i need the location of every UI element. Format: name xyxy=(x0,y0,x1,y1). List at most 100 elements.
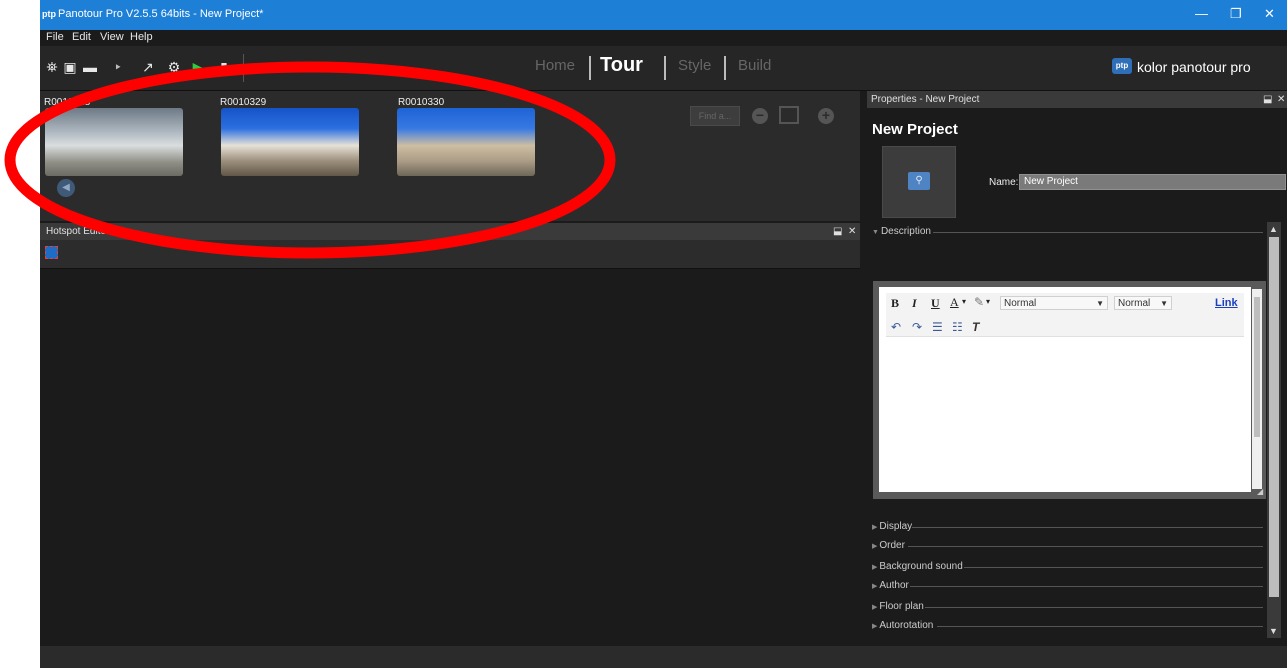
properties-panel: Properties - New Project ⬓ ✕ New Project… xyxy=(867,91,1287,646)
properties-header: Properties - New Project ⬓ ✕ xyxy=(867,91,1287,108)
nav-style[interactable]: Style xyxy=(678,57,711,74)
menu-view[interactable]: View xyxy=(100,31,124,43)
editor-body[interactable]: B I U A ▾ ✎ ▾ Normal ▼ Normal ▼ Link ↶ ↷… xyxy=(879,287,1251,492)
italic-button[interactable]: I xyxy=(912,296,917,311)
bold-button[interactable]: B xyxy=(891,296,899,311)
section-author[interactable]: ▶ Author xyxy=(872,580,909,591)
divider xyxy=(912,527,1263,528)
section-order[interactable]: ▶ Order xyxy=(872,540,905,551)
underline-button[interactable]: U xyxy=(931,296,940,311)
brand-name: kolor panotour pro xyxy=(1137,59,1251,75)
chevron-down-icon: ▼ xyxy=(1160,299,1168,308)
divider xyxy=(937,626,1263,627)
add-images-icon[interactable]: ⛯ xyxy=(44,59,60,75)
font-size-select[interactable]: Normal ▼ xyxy=(1114,296,1172,310)
minimize-button[interactable]: — xyxy=(1195,6,1208,21)
nav-build[interactable]: Build xyxy=(738,57,771,74)
link-icon[interactable]: ‣ xyxy=(110,59,126,75)
divider xyxy=(908,546,1263,547)
nav-separator xyxy=(664,56,666,80)
folder-icon[interactable]: ▬ xyxy=(82,59,98,75)
properties-scrollbar[interactable]: ▲ ▼ xyxy=(1267,222,1281,638)
numbered-list-icon[interactable]: ☷ xyxy=(952,320,963,334)
section-label: Description xyxy=(880,226,931,237)
folder-icon: ⚲ xyxy=(908,172,930,190)
menu-help[interactable]: Help xyxy=(130,31,153,43)
zoom-out-icon[interactable]: − xyxy=(752,108,768,124)
clear-format-icon[interactable]: T xyxy=(972,320,979,334)
divider xyxy=(964,567,1263,568)
book-icon[interactable]: ▮ xyxy=(216,59,232,75)
panorama-thumbnail[interactable] xyxy=(221,108,359,176)
highlight-icon[interactable]: ✎ xyxy=(974,295,984,310)
find-input[interactable]: Find a... xyxy=(690,106,740,126)
section-label: Floor plan xyxy=(879,601,924,612)
close-icon[interactable]: ✕ xyxy=(1277,94,1285,105)
scroll-down-icon[interactable]: ▼ xyxy=(1269,626,1278,636)
chevron-down-icon[interactable]: ▾ xyxy=(986,297,990,306)
zoom-in-icon[interactable]: + xyxy=(818,108,834,124)
bulleted-list-icon[interactable]: ☰ xyxy=(932,320,943,334)
rich-text-toolbar: B I U A ▾ ✎ ▾ Normal ▼ Normal ▼ Link ↶ ↷… xyxy=(886,293,1244,337)
select-value: Normal xyxy=(1118,298,1151,309)
hotspot-editor-title: Hotspot Editor xyxy=(46,226,110,237)
menu-bar: File Edit View Help xyxy=(40,30,1287,46)
panorama-label: R0010330 xyxy=(398,97,445,108)
main-toolbar: ⛯ ▣ ▬ ‣ ↗ ⚙ ▶ ▮ Home Tour Style Build pt… xyxy=(40,46,1287,91)
pin-icon[interactable]: ⬓ xyxy=(1263,94,1272,105)
section-label: Autorotation xyxy=(879,620,934,631)
panorama-label: R0010328 xyxy=(44,97,91,108)
undo-icon[interactable]: ↶ xyxy=(891,320,901,334)
divider xyxy=(925,607,1263,608)
description-editor: B I U A ▾ ✎ ▾ Normal ▼ Normal ▼ Link ↶ ↷… xyxy=(873,281,1266,499)
select-hotspot-icon[interactable] xyxy=(45,246,58,259)
section-display[interactable]: ▶ Display xyxy=(872,521,912,532)
select-value: Normal xyxy=(1004,298,1037,309)
scroll-thumb[interactable] xyxy=(1269,237,1279,597)
name-label: Name: xyxy=(989,177,1019,188)
section-label: Display xyxy=(879,521,913,532)
zoom-fit-icon[interactable] xyxy=(779,106,799,124)
maximize-button[interactable]: ❐ xyxy=(1230,6,1242,22)
font-style-select[interactable]: Normal ▼ xyxy=(1000,296,1108,310)
panorama-thumbnail[interactable] xyxy=(45,108,183,176)
play-icon[interactable]: ▶ xyxy=(190,59,206,75)
name-field[interactable]: New Project xyxy=(1019,174,1286,190)
menu-edit[interactable]: Edit xyxy=(72,31,91,43)
status-bar xyxy=(40,646,1287,668)
section-autorotation[interactable]: ▶ Autorotation xyxy=(872,620,933,631)
editor-scroll-thumb[interactable] xyxy=(1254,297,1260,437)
section-floor-plan[interactable]: ▶ Floor plan xyxy=(872,601,924,612)
nav-separator xyxy=(724,56,726,80)
pin-icon[interactable]: ⬓ xyxy=(833,226,842,237)
nav-separator xyxy=(589,56,591,80)
nav-home[interactable]: Home xyxy=(535,57,575,74)
chevron-down-icon: ▼ xyxy=(1096,299,1104,308)
font-color-button[interactable]: A xyxy=(950,295,959,310)
chevron-down-icon[interactable]: ▾ xyxy=(962,297,966,306)
resize-handle-icon[interactable]: ◢ xyxy=(1257,487,1263,496)
scroll-up-icon[interactable]: ▲ xyxy=(1269,224,1278,234)
section-label: Order xyxy=(879,540,905,551)
title-bar: ptp Panotour Pro V2.5.5 64bits - New Pro… xyxy=(40,0,1287,30)
settings-icon[interactable]: ⚙ xyxy=(166,59,182,75)
section-description[interactable]: ▼ Description xyxy=(872,226,931,237)
save-icon[interactable]: ▣ xyxy=(62,59,78,75)
link-button[interactable]: Link xyxy=(1215,297,1238,309)
toolbar-separator xyxy=(243,54,244,82)
panorama-thumbnail[interactable] xyxy=(397,108,535,176)
group-add-icon[interactable]: ◀ xyxy=(57,179,75,197)
menu-file[interactable]: File xyxy=(46,31,64,43)
divider xyxy=(910,586,1263,587)
section-label: Background sound xyxy=(879,561,963,572)
project-thumbnail[interactable]: ⚲ xyxy=(882,146,956,218)
edit-icon[interactable]: ↗ xyxy=(140,59,156,75)
window-title: Panotour Pro V2.5.5 64bits - New Project… xyxy=(58,8,264,20)
close-button[interactable]: ✕ xyxy=(1264,6,1275,22)
nav-tour[interactable]: Tour xyxy=(600,54,643,77)
properties-title: Properties - New Project xyxy=(871,94,980,105)
redo-icon[interactable]: ↷ xyxy=(912,320,922,334)
section-label: Author xyxy=(879,580,909,591)
section-background-sound[interactable]: ▶ Background sound xyxy=(872,561,963,572)
close-icon[interactable]: ✕ xyxy=(848,226,856,237)
